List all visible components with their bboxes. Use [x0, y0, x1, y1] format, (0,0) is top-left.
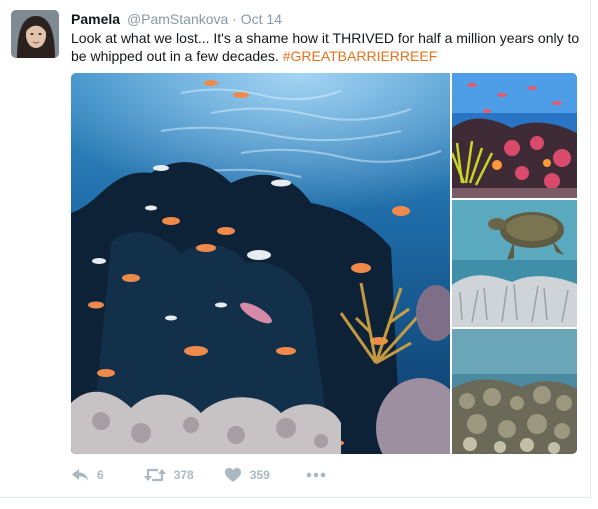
heart-icon — [224, 468, 241, 482]
reply-icon — [72, 469, 88, 481]
author-handle[interactable]: @PamStankova — [127, 11, 228, 27]
more-dots-icon — [306, 472, 326, 478]
avatar[interactable] — [11, 10, 59, 58]
like-button[interactable]: 359 — [224, 467, 270, 483]
media-photo-dead-coral[interactable] — [452, 329, 577, 454]
like-count: 359 — [249, 468, 270, 482]
retweet-icon — [143, 468, 166, 482]
tweet: Pamela @PamStankova · Oct 14 Look at wha… — [0, 0, 598, 509]
retweet-button[interactable]: 378 — [143, 467, 194, 483]
hashtag-link[interactable]: #GREATBARRIERREEF — [283, 48, 438, 64]
author-name[interactable]: Pamela — [71, 11, 120, 27]
media-photo-main[interactable] — [71, 73, 450, 454]
reply-button[interactable]: 6 — [71, 467, 104, 483]
reply-count: 6 — [97, 468, 104, 482]
tweet-text: Look at what we lost... It's a shame how… — [71, 29, 581, 65]
card-border-bottom — [0, 497, 591, 498]
media-photo-reef-colorful[interactable] — [452, 73, 577, 198]
media-grid — [71, 73, 577, 454]
retweet-count: 378 — [173, 468, 194, 482]
media-photo-turtle[interactable] — [452, 200, 577, 327]
tweet-actions: 6 378 359 — [71, 465, 356, 485]
separator-dot: · — [232, 11, 237, 27]
tweet-date[interactable]: Oct 14 — [241, 11, 282, 27]
tweet-header: Pamela @PamStankova · Oct 14 — [71, 10, 282, 28]
card-border-right — [590, 0, 591, 498]
more-button[interactable] — [306, 472, 334, 478]
